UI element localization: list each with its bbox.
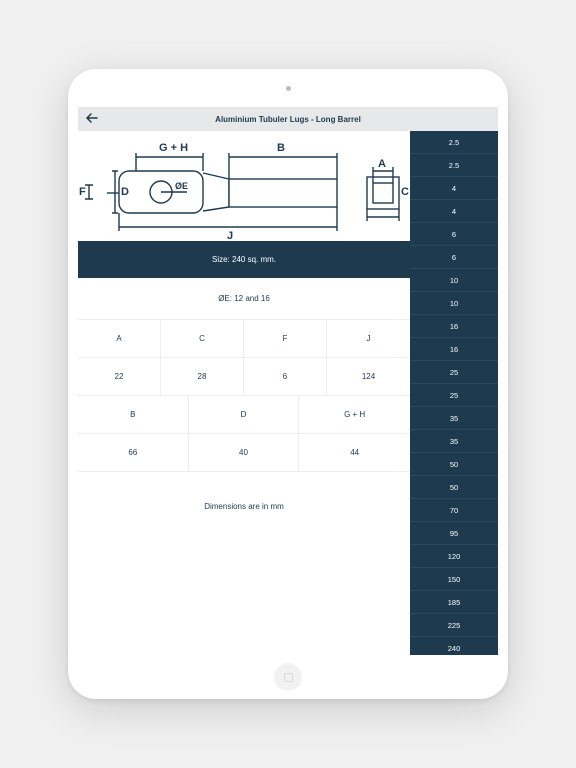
tablet-top-bezel (68, 69, 508, 107)
diagram-label-b: B (277, 142, 285, 154)
app-header: Aluminium Tubuler Lugs - Long Barrel (78, 107, 498, 131)
dimension-value: 124 (327, 358, 410, 396)
dimension-row2-values: 66 40 44 (78, 434, 410, 472)
arrow-left-icon (86, 113, 98, 123)
main-panel: G + H B F D ØE A C J Size: 240 sq. mm. Ø… (78, 131, 410, 655)
size-sidebar[interactable]: 2.52.54466101016162525353550507095120150… (410, 131, 498, 655)
col-header: D (189, 396, 300, 434)
app-screen: Aluminium Tubuler Lugs - Long Barrel (78, 107, 498, 655)
dimension-value: 6 (244, 358, 327, 396)
sidebar-size-item[interactable]: 10 (410, 269, 498, 292)
dimension-value: 22 (78, 358, 161, 396)
col-header: B (78, 396, 189, 434)
tablet-frame: Aluminium Tubuler Lugs - Long Barrel (68, 69, 508, 699)
dimension-value: 44 (299, 434, 410, 472)
home-square-icon (284, 673, 293, 682)
sidebar-size-item[interactable]: 2.5 (410, 154, 498, 177)
size-banner: Size: 240 sq. mm. (78, 241, 410, 278)
sidebar-size-item[interactable]: 16 (410, 338, 498, 361)
sidebar-size-item[interactable]: 225 (410, 614, 498, 637)
dimension-row2-headers: B D G + H (78, 396, 410, 434)
sidebar-size-item[interactable]: 70 (410, 499, 498, 522)
diagram-label-c: C (401, 186, 409, 198)
diagram-label-gh: G + H (159, 142, 188, 154)
content-area: G + H B F D ØE A C J Size: 240 sq. mm. Ø… (78, 131, 498, 655)
diagram-label-j: J (227, 230, 233, 241)
col-header: J (327, 320, 410, 358)
col-header: A (78, 320, 161, 358)
sidebar-size-item[interactable]: 2.5 (410, 131, 498, 154)
sidebar-size-item[interactable]: 16 (410, 315, 498, 338)
sidebar-size-item[interactable]: 25 (410, 361, 498, 384)
tablet-bottom-bezel (68, 655, 508, 699)
sidebar-size-item[interactable]: 185 (410, 591, 498, 614)
sidebar-size-item[interactable]: 10 (410, 292, 498, 315)
col-header: G + H (299, 396, 410, 434)
sidebar-size-item[interactable]: 6 (410, 246, 498, 269)
footnote: Dimensions are in mm (78, 472, 410, 655)
dimension-row1-values: 22 28 6 124 (78, 358, 410, 396)
sidebar-size-item[interactable]: 150 (410, 568, 498, 591)
diagram-label-f: F (79, 186, 86, 198)
sidebar-size-item[interactable]: 4 (410, 200, 498, 223)
home-button[interactable] (274, 663, 302, 691)
sidebar-size-item[interactable]: 50 (410, 453, 498, 476)
sidebar-size-item[interactable]: 240 (410, 637, 498, 655)
dimension-row1-headers: A C F J (78, 320, 410, 358)
sidebar-size-item[interactable]: 35 (410, 407, 498, 430)
sidebar-size-item[interactable]: 35 (410, 430, 498, 453)
dimension-value: 28 (161, 358, 244, 396)
sidebar-size-item[interactable]: 25 (410, 384, 498, 407)
back-button[interactable] (86, 112, 98, 126)
sidebar-size-item[interactable]: 6 (410, 223, 498, 246)
diagram-label-a: A (378, 158, 386, 170)
page-title: Aluminium Tubuler Lugs - Long Barrel (78, 115, 498, 124)
sidebar-size-item[interactable]: 120 (410, 545, 498, 568)
diagram-label-d: D (121, 186, 129, 198)
dimension-value: 66 (78, 434, 189, 472)
lug-diagram: G + H B F D ØE A C J (78, 131, 410, 241)
col-header: F (244, 320, 327, 358)
sidebar-size-item[interactable]: 50 (410, 476, 498, 499)
col-header: C (161, 320, 244, 358)
sidebar-size-item[interactable]: 95 (410, 522, 498, 545)
diagram-label-oe: ØE (175, 181, 188, 191)
sidebar-size-item[interactable]: 4 (410, 177, 498, 200)
camera-dot (286, 86, 291, 91)
oe-banner: ØE: 12 and 16 (78, 278, 410, 320)
dimension-value: 40 (189, 434, 300, 472)
